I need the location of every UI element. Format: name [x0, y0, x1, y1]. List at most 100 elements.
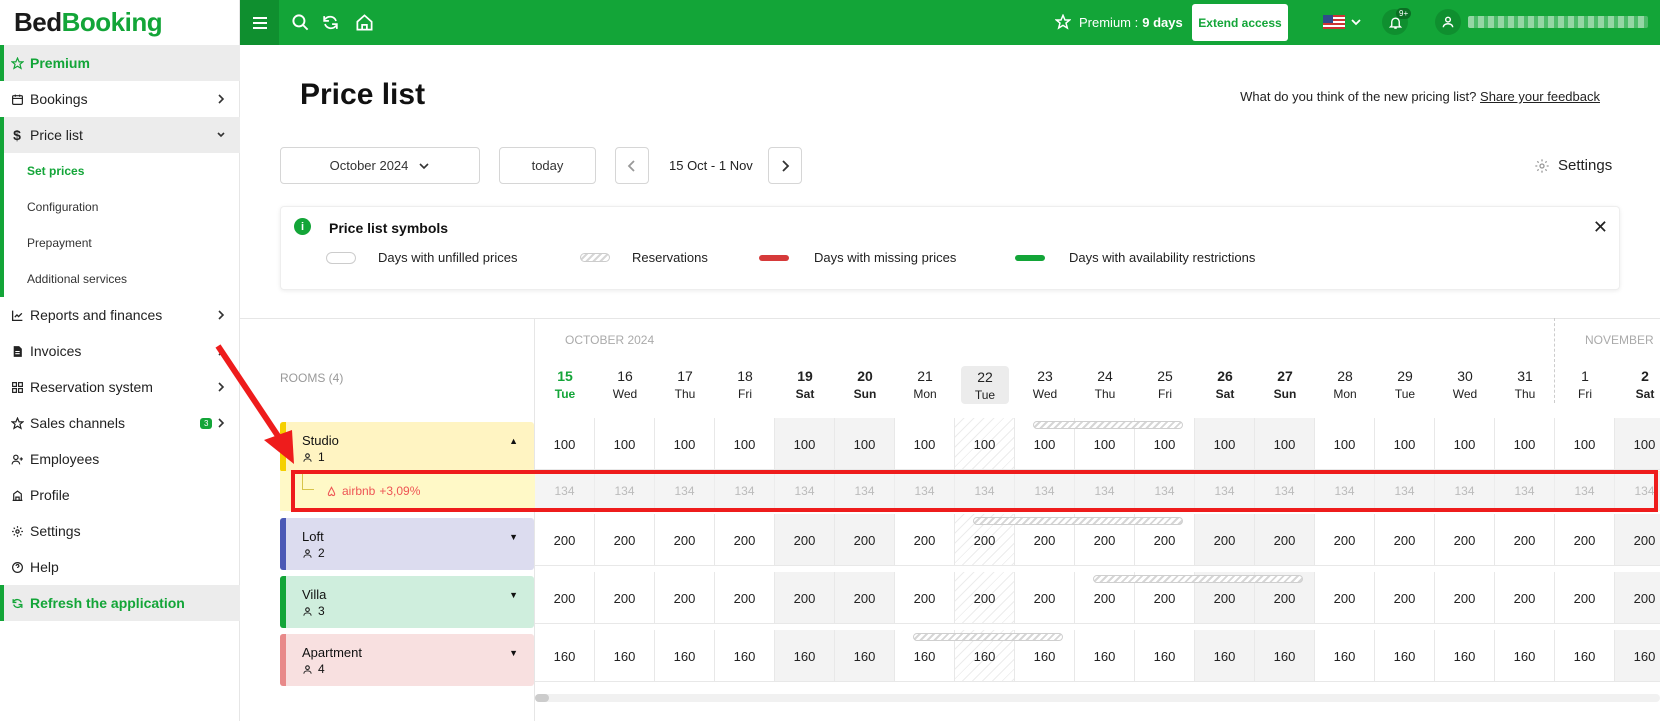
sidebar-item-profile[interactable]: Profile: [0, 477, 240, 513]
reservation-bar[interactable]: [1033, 421, 1183, 429]
sidebar-item-reports[interactable]: Reports and finances: [0, 297, 240, 333]
expand-icon[interactable]: ▼: [509, 590, 518, 600]
us-flag-icon[interactable]: [1323, 15, 1345, 29]
day-header[interactable]: 30 Wed: [1441, 368, 1489, 401]
price-cell[interactable]: 100: [775, 418, 835, 470]
chevron-down-icon[interactable]: [1350, 17, 1362, 27]
horizontal-scrollbar[interactable]: [535, 694, 1660, 702]
price-cell[interactable]: 100: [595, 418, 655, 470]
price-cell[interactable]: 100: [1555, 418, 1615, 470]
price-cell[interactable]: 160: [835, 630, 895, 682]
grid-settings-button[interactable]: Settings: [1534, 157, 1612, 174]
day-header[interactable]: 20 Sun: [841, 368, 889, 401]
price-cell[interactable]: 200: [1495, 572, 1555, 624]
sidebar-subitem-set-prices[interactable]: Set prices: [0, 153, 240, 189]
price-cell[interactable]: 200: [835, 514, 895, 566]
sidebar-item-refresh[interactable]: Refresh the application: [0, 585, 240, 621]
expand-icon[interactable]: ▼: [509, 648, 518, 658]
price-cell[interactable]: 200: [655, 514, 715, 566]
reservation-bar[interactable]: [913, 633, 1063, 641]
share-feedback-link[interactable]: Share your feedback: [1480, 89, 1600, 104]
price-cell[interactable]: 200: [1315, 514, 1375, 566]
price-cell[interactable]: 200: [1375, 572, 1435, 624]
price-cell[interactable]: 200: [895, 514, 955, 566]
price-cell[interactable]: 200: [715, 514, 775, 566]
extend-access-button[interactable]: Extend access: [1192, 4, 1288, 41]
home-icon[interactable]: [355, 13, 374, 32]
price-cell[interactable]: 160: [1315, 630, 1375, 682]
price-cell[interactable]: 100: [535, 418, 595, 470]
search-icon[interactable]: [291, 13, 310, 32]
price-cell[interactable]: 200: [535, 514, 595, 566]
price-cell[interactable]: 160: [1075, 630, 1135, 682]
price-cell[interactable]: 200: [1615, 572, 1660, 624]
price-cell[interactable]: 100: [955, 418, 1015, 470]
user-name-redacted[interactable]: [1468, 16, 1648, 28]
price-cell[interactable]: 200: [1375, 514, 1435, 566]
day-header[interactable]: 21 Mon: [901, 368, 949, 401]
price-cell[interactable]: 200: [1495, 514, 1555, 566]
collapse-icon[interactable]: ▲: [509, 436, 518, 446]
sidebar-item-bookings[interactable]: Bookings: [0, 81, 240, 117]
price-cell[interactable]: 160: [1195, 630, 1255, 682]
day-header[interactable]: 27 Sun: [1261, 368, 1309, 401]
price-cell[interactable]: 160: [1255, 630, 1315, 682]
price-cell[interactable]: 100: [835, 418, 895, 470]
price-cell[interactable]: 200: [655, 572, 715, 624]
day-header[interactable]: 2 Sat: [1621, 368, 1660, 401]
price-cell[interactable]: 200: [1255, 514, 1315, 566]
scrollbar-thumb[interactable]: [535, 694, 549, 702]
price-cell[interactable]: 100: [1195, 418, 1255, 470]
price-cell[interactable]: 160: [1555, 630, 1615, 682]
price-cell[interactable]: 200: [715, 572, 775, 624]
day-header[interactable]: 31 Thu: [1501, 368, 1549, 401]
close-icon[interactable]: ✕: [1593, 217, 1608, 238]
day-header[interactable]: 26 Sat: [1201, 368, 1249, 401]
price-cell[interactable]: 160: [1615, 630, 1660, 682]
price-cell[interactable]: 100: [1495, 418, 1555, 470]
price-cell[interactable]: 100: [1435, 418, 1495, 470]
day-header[interactable]: 17 Thu: [661, 368, 709, 401]
price-cell[interactable]: 160: [775, 630, 835, 682]
price-cell[interactable]: 200: [1195, 514, 1255, 566]
price-cell[interactable]: 200: [835, 572, 895, 624]
price-cell[interactable]: 200: [535, 572, 595, 624]
month-select[interactable]: October 2024: [280, 147, 480, 184]
price-cell[interactable]: 200: [595, 572, 655, 624]
price-cell[interactable]: 200: [1555, 572, 1615, 624]
price-cell[interactable]: 200: [955, 572, 1015, 624]
room-label-apartment[interactable]: Apartment 4 ▼: [280, 634, 534, 686]
price-cell[interactable]: 200: [1435, 514, 1495, 566]
price-cell[interactable]: 100: [1375, 418, 1435, 470]
app-logo[interactable]: BedBooking: [14, 6, 163, 38]
day-header[interactable]: 28 Mon: [1321, 368, 1369, 401]
sidebar-item-settings[interactable]: Settings: [0, 513, 240, 549]
price-cell[interactable]: 200: [1015, 572, 1075, 624]
day-header[interactable]: 23 Wed: [1021, 368, 1069, 401]
sidebar-item-help[interactable]: Help: [0, 549, 240, 585]
day-header[interactable]: 19 Sat: [781, 368, 829, 401]
price-cell[interactable]: 200: [1615, 514, 1660, 566]
price-cell[interactable]: 100: [1615, 418, 1660, 470]
price-cell[interactable]: 100: [895, 418, 955, 470]
price-cell[interactable]: 160: [655, 630, 715, 682]
day-header[interactable]: 18 Fri: [721, 368, 769, 401]
price-cell[interactable]: 160: [1495, 630, 1555, 682]
expand-icon[interactable]: ▼: [509, 532, 518, 542]
price-cell[interactable]: 200: [775, 514, 835, 566]
price-cell[interactable]: 200: [895, 572, 955, 624]
day-header[interactable]: 24 Thu: [1081, 368, 1129, 401]
price-cell[interactable]: 200: [1555, 514, 1615, 566]
price-cell[interactable]: 100: [655, 418, 715, 470]
next-range-button[interactable]: [768, 147, 802, 184]
price-cell[interactable]: 160: [715, 630, 775, 682]
sidebar-item-premium[interactable]: Premium: [0, 45, 240, 81]
day-header[interactable]: 15 Tue: [541, 368, 589, 401]
reservation-bar[interactable]: [973, 517, 1183, 525]
day-header[interactable]: 25 Fri: [1141, 368, 1189, 401]
price-cell[interactable]: 160: [1375, 630, 1435, 682]
day-header[interactable]: 29 Tue: [1381, 368, 1429, 401]
day-header[interactable]: 1 Fri: [1561, 368, 1609, 401]
price-cell[interactable]: 200: [775, 572, 835, 624]
room-label-villa[interactable]: Villa 3 ▼: [280, 576, 534, 628]
